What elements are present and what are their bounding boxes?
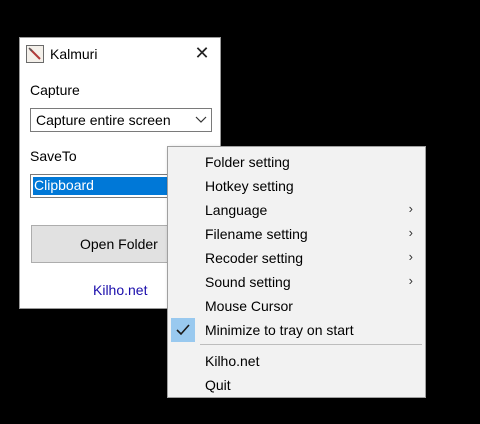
close-icon[interactable]: ✕ <box>194 44 210 62</box>
saveto-value: Clipboard <box>34 177 94 193</box>
capture-mode-select[interactable]: Capture entire screen <box>30 108 212 132</box>
menu-item-label: Minimize to tray on start <box>205 322 354 338</box>
window-title: Kalmuri <box>50 46 98 62</box>
menu-item-label: Mouse Cursor <box>205 298 293 314</box>
menu-item-language[interactable]: Language › <box>168 198 425 222</box>
capture-mode-value: Capture entire screen <box>36 112 171 128</box>
capture-label: Capture <box>30 82 80 98</box>
menu-item-folder-setting[interactable]: Folder setting <box>168 150 425 174</box>
menu-item-minimize-to-tray[interactable]: Minimize to tray on start <box>168 318 425 342</box>
menu-item-filename-setting[interactable]: Filename setting › <box>168 222 425 246</box>
context-menu: Folder setting Hotkey setting Language ›… <box>167 146 426 398</box>
menu-item-label: Kilho.net <box>205 353 260 369</box>
chevron-right-icon: › <box>408 201 413 216</box>
menu-item-label: Language <box>205 202 268 218</box>
menu-item-label: Recoder setting <box>205 250 304 266</box>
saveto-label: SaveTo <box>30 148 77 164</box>
chevron-right-icon: › <box>408 249 413 264</box>
menu-separator <box>200 344 422 345</box>
menu-item-mouse-cursor[interactable]: Mouse Cursor <box>168 294 425 318</box>
menu-item-hotkey-setting[interactable]: Hotkey setting <box>168 174 425 198</box>
menu-item-label: Quit <box>205 377 231 393</box>
menu-item-label: Sound setting <box>205 274 291 290</box>
chevron-right-icon: › <box>408 273 413 288</box>
menu-item-label: Filename setting <box>205 226 308 242</box>
checkmark-icon <box>171 318 195 342</box>
menu-item-kilho-net[interactable]: Kilho.net <box>168 349 425 373</box>
chevron-right-icon: › <box>408 225 413 240</box>
menu-item-sound-setting[interactable]: Sound setting › <box>168 270 425 294</box>
open-folder-label: Open Folder <box>80 236 158 252</box>
menu-item-recoder-setting[interactable]: Recoder setting › <box>168 246 425 270</box>
menu-item-label: Hotkey setting <box>205 178 294 194</box>
menu-item-label: Folder setting <box>205 154 290 170</box>
title-bar[interactable]: Kalmuri ✕ <box>20 38 220 70</box>
menu-item-quit[interactable]: Quit <box>168 373 425 397</box>
kalmuri-app-icon <box>26 45 44 63</box>
chevron-down-icon <box>195 110 207 133</box>
kilho-link[interactable]: Kilho.net <box>93 282 147 298</box>
